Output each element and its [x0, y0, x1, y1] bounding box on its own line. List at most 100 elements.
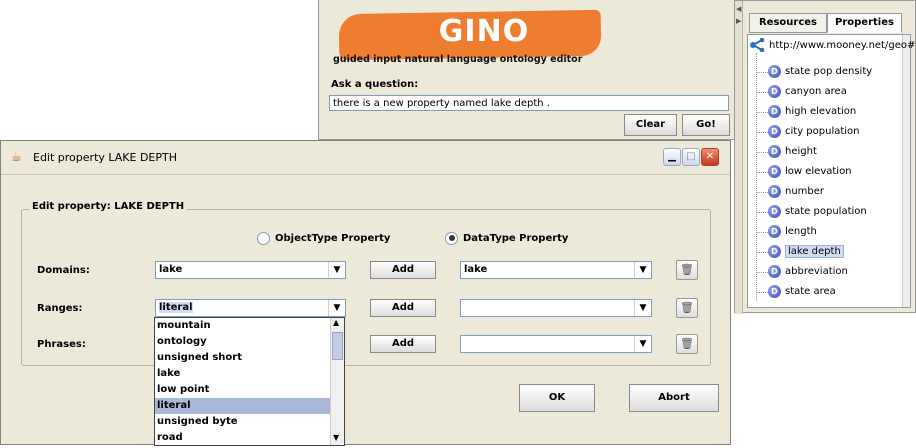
ok-button[interactable]: OK — [519, 384, 595, 412]
ranges-list-combo[interactable]: ▼ — [460, 299, 652, 317]
tree-connector — [756, 192, 768, 193]
objecttype-property-label: ObjectType Property — [275, 233, 391, 244]
gino-logo-subtitle: guided input natural language ontology e… — [333, 54, 583, 65]
tree-item[interactable]: Dabbreviation — [768, 263, 848, 281]
dropdown-arrow-icon[interactable]: ▼ — [328, 300, 345, 316]
dialog-title: Edit property LAKE DEPTH — [33, 151, 177, 164]
datatype-property-icon: D — [768, 164, 781, 178]
dropdown-arrow-icon[interactable]: ▼ — [634, 300, 651, 316]
datatype-property-icon: D — [768, 284, 781, 298]
domains-list-combo[interactable]: lake ▼ — [460, 261, 652, 279]
tree-item-selected[interactable]: Dlake depth — [768, 243, 844, 261]
tree-item-label: abbreviation — [785, 266, 848, 277]
tree-item[interactable]: Dstate population — [768, 203, 867, 221]
ranges-combo[interactable]: literal ▼ — [155, 299, 346, 317]
ranges-add-button[interactable]: Add — [370, 299, 436, 317]
dialog-titlebar[interactable]: ☕ Edit property LAKE DEPTH ▁ □ ✕ — [1, 141, 730, 175]
datatype-property-icon: D — [768, 184, 781, 198]
tree-root-label: http://www.mooney.net/geo# — [769, 40, 916, 51]
datatype-property-icon: D — [768, 144, 781, 158]
dropdown-arrow-icon[interactable]: ▼ — [634, 262, 651, 278]
tree-scrollbar[interactable] — [902, 35, 910, 307]
tree-connector — [756, 212, 768, 213]
tree-item-label: state area — [785, 286, 836, 297]
edit-property-dialog: ☕ Edit property LAKE DEPTH ▁ □ ✕ Edit pr… — [0, 140, 731, 445]
splitter-left-arrow-icon[interactable]: ◀ — [736, 5, 741, 13]
datatype-property-icon: D — [768, 104, 781, 118]
tree-item[interactable]: Dlow elevation — [768, 163, 852, 181]
datatype-property-radio[interactable]: DataType Property — [445, 231, 568, 245]
objecttype-property-radio[interactable]: ObjectType Property — [257, 231, 390, 245]
ontology-browser-panel: ◀ ▶ Resources Properties http://www.moon… — [734, 0, 916, 314]
maximize-button[interactable]: □ — [682, 148, 700, 166]
tab-properties[interactable]: Properties — [827, 13, 902, 33]
domains-label: Domains: — [37, 265, 90, 276]
domains-combo[interactable]: lake ▼ — [155, 261, 346, 279]
dropdown-arrow-icon[interactable]: ▼ — [328, 262, 345, 278]
ranges-dropdown-list[interactable]: mountain ontology unsigned short lake lo… — [154, 317, 345, 446]
tree-item-label: high elevation — [785, 106, 857, 117]
go-button[interactable]: Go! — [682, 114, 730, 136]
dropdown-option[interactable]: road — [155, 430, 330, 446]
minimize-button[interactable]: ▁ — [663, 148, 681, 166]
tree-item-label: state pop density — [785, 66, 873, 77]
scrollbar-thumb[interactable] — [332, 332, 343, 360]
tree-connector — [756, 292, 768, 293]
abort-button[interactable]: Abort — [629, 384, 719, 412]
phrases-list-combo[interactable]: ▼ — [460, 335, 652, 353]
radio-indicator[interactable] — [257, 231, 270, 245]
datatype-property-icon: D — [768, 264, 781, 278]
scroll-down-icon[interactable]: ▼ — [333, 433, 339, 442]
panel-splitter[interactable]: ◀ ▶ — [735, 1, 743, 314]
scroll-up-icon[interactable]: ▲ — [333, 318, 339, 327]
group-title: Edit property: LAKE DEPTH — [29, 201, 188, 212]
domains-combo-value: lake — [159, 264, 183, 275]
dropdown-arrow-icon[interactable]: ▼ — [634, 336, 651, 352]
datatype-property-icon: D — [768, 64, 781, 78]
dropdown-option[interactable]: low point — [155, 382, 330, 398]
splitter-right-arrow-icon[interactable]: ▶ — [736, 17, 741, 25]
phrases-label: Phrases: — [37, 339, 86, 350]
properties-tree: http://www.mooney.net/geo# Dstate pop de… — [747, 34, 915, 308]
ranges-delete-button[interactable]: 🗑 — [676, 298, 698, 318]
tree-item[interactable]: Dstate area — [768, 283, 836, 301]
domains-delete-button[interactable]: 🗑 — [676, 260, 698, 280]
tree-connector — [756, 112, 768, 113]
tree-connector — [756, 132, 768, 133]
tree-item[interactable]: Dhigh elevation — [768, 103, 856, 121]
ontology-node-icon — [750, 37, 765, 53]
tree-item[interactable]: Dstate pop density — [768, 63, 872, 81]
dropdown-option[interactable]: unsigned short — [155, 350, 330, 366]
tree-root-node[interactable]: http://www.mooney.net/geo# — [750, 37, 916, 54]
tree-item[interactable]: Dnumber — [768, 183, 824, 201]
clear-button[interactable]: Clear — [624, 114, 677, 136]
tree-connector — [756, 72, 768, 73]
tree-connector — [756, 172, 768, 173]
tree-item[interactable]: Dcity population — [768, 123, 860, 141]
tree-connector — [756, 92, 768, 93]
question-input[interactable] — [329, 95, 729, 111]
ranges-combo-value: literal — [159, 302, 193, 313]
phrases-delete-button[interactable]: 🗑 — [676, 334, 698, 354]
trash-icon: 🗑 — [680, 337, 694, 350]
radio-indicator-checked[interactable] — [445, 231, 458, 245]
dropdown-scrollbar[interactable]: ▲ ▼ — [330, 318, 344, 445]
dropdown-option-selected[interactable]: literal — [155, 398, 330, 414]
tree-connector — [756, 152, 768, 153]
dropdown-option[interactable]: mountain — [155, 318, 330, 334]
phrases-add-button[interactable]: Add — [370, 335, 436, 353]
tree-item[interactable]: Dheight — [768, 143, 817, 161]
close-icon: ✕ — [705, 151, 715, 162]
dropdown-option[interactable]: unsigned byte — [155, 414, 330, 430]
ranges-label: Ranges: — [37, 303, 83, 314]
close-button[interactable]: ✕ — [701, 148, 719, 166]
tree-item[interactable]: Dlength — [768, 223, 817, 241]
tree-guide-line — [756, 53, 757, 301]
tree-item[interactable]: Dcanyon area — [768, 83, 847, 101]
domains-add-button[interactable]: Add — [370, 261, 436, 279]
tab-resources[interactable]: Resources — [749, 13, 827, 33]
dropdown-option[interactable]: lake — [155, 366, 330, 382]
datatype-property-icon: D — [768, 84, 781, 98]
dropdown-option[interactable]: ontology — [155, 334, 330, 350]
maximize-icon: □ — [686, 151, 696, 162]
